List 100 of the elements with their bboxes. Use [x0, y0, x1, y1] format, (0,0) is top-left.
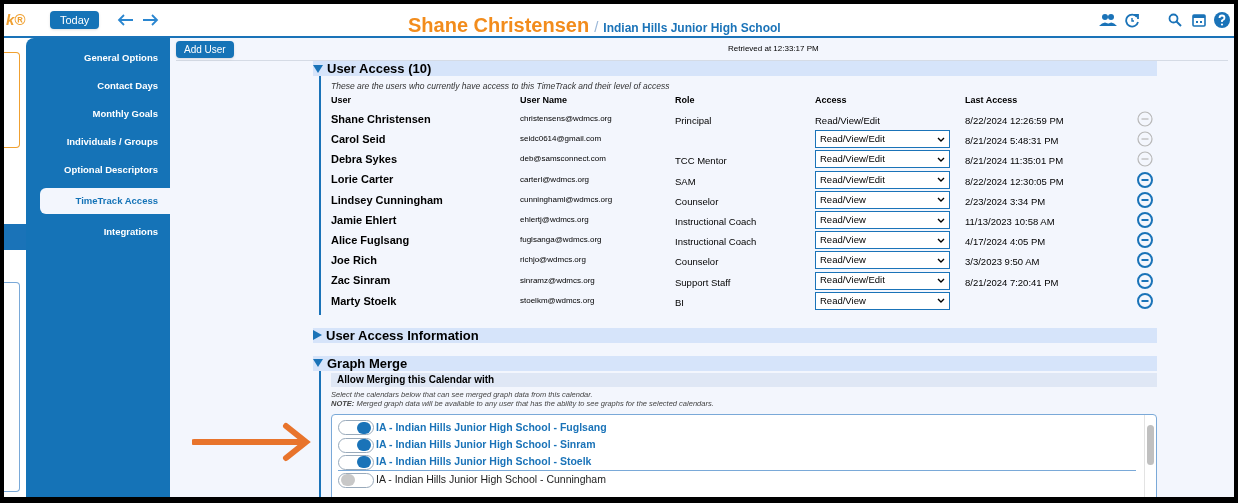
access-select[interactable]: Read/View: [815, 211, 950, 230]
column-header: Last Access: [965, 94, 1019, 108]
calendar-label: IA - Indian Hills Junior High School - Sinram: [376, 437, 596, 453]
chevron-down-icon[interactable]: [937, 136, 945, 142]
column-header: Access: [815, 94, 848, 108]
user-role: Principal: [675, 115, 712, 127]
user-name: Marty Stoelk: [331, 293, 398, 309]
user-email: christensens@wdmcs.org: [520, 113, 613, 126]
retrieved-time: Retrieved at 12:33:17 PM: [728, 43, 819, 55]
user-role: BI: [675, 296, 684, 308]
subsection-title: Allow Merging this Calendar with: [331, 372, 1157, 387]
user-email: sinramz@wdmcs.org: [520, 274, 596, 287]
user-name-title: Shane Christensen: [408, 13, 590, 38]
access-select[interactable]: Read/View: [815, 291, 950, 310]
toggle-switch[interactable]: [338, 472, 374, 488]
user-name: Jamie Ehlert: [331, 212, 398, 228]
section-title[interactable]: User Access (10): [327, 61, 432, 76]
remove-icon[interactable]: [1137, 252, 1153, 269]
chevron-down-icon[interactable]: [937, 298, 945, 304]
forward-arrow-icon[interactable]: [141, 13, 160, 27]
title-separator: /: [594, 17, 599, 37]
today-button[interactable]: Today: [50, 11, 100, 29]
add-user-button[interactable]: Add User: [176, 40, 234, 58]
toggle-switch[interactable]: [338, 454, 374, 470]
sidebar-item[interactable]: Contact Days: [26, 76, 170, 96]
user-email: cunninghaml@wdmcs.org: [520, 193, 614, 206]
back-arrow-icon[interactable]: [117, 13, 136, 27]
chevron-down-icon[interactable]: [937, 217, 945, 223]
sidebar-item[interactable]: General Options: [26, 48, 170, 68]
remove-icon[interactable]: [1137, 232, 1153, 249]
sidebar-item[interactable]: Optional Descriptors: [26, 160, 170, 180]
remove-icon[interactable]: [1137, 272, 1153, 289]
user-role: Counselor: [675, 195, 719, 207]
access-select[interactable]: Read/View/Edit: [815, 150, 950, 169]
user-role: SAM: [675, 175, 696, 187]
access-select[interactable]: Read/View/Edit: [815, 130, 950, 149]
scrollbar[interactable]: [1144, 414, 1156, 497]
calendar-label: IA - Indian Hills Junior High School - Fuglsang: [376, 419, 607, 435]
user-role: Counselor: [675, 256, 719, 268]
last-access-time: 8/22/2024 12:30:05 PM: [965, 175, 1064, 187]
toggle-switch[interactable]: [338, 420, 374, 436]
user-email: richjo@wdmcs.org: [520, 254, 587, 267]
last-access-time: 8/21/2024 5:48:31 PM: [965, 135, 1059, 147]
chevron-down-icon[interactable]: [937, 278, 945, 284]
section-title[interactable]: Graph Merge: [327, 353, 408, 374]
collapse-triangle-icon[interactable]: [313, 359, 323, 368]
user-role: Instructional Coach: [675, 236, 757, 248]
sidebar-item[interactable]: TimeTrack Access: [40, 188, 170, 214]
remove-icon[interactable]: [1137, 292, 1153, 309]
refresh-icon[interactable]: [1125, 12, 1140, 28]
last-access-time: 8/21/2024 7:20:41 PM: [965, 276, 1059, 288]
section-description: These are the users who currently have access to this TimeTrack and their level of access: [331, 79, 671, 93]
access-level: Read/View/Edit: [815, 115, 880, 127]
remove-icon[interactable]: [1137, 191, 1153, 208]
access-select[interactable]: Read/View: [815, 251, 950, 270]
user-name: Debra Sykes: [331, 152, 399, 168]
user-email: deb@samsconnect.com: [520, 153, 607, 166]
user-role: TCC Mentor: [675, 155, 727, 167]
last-access-time: 11/13/2023 10:58 AM: [965, 216, 1055, 228]
user-name: Lorie Carter: [331, 172, 395, 188]
chevron-down-icon[interactable]: [937, 156, 945, 162]
last-access-time: 3/3/2023 9:50 AM: [965, 256, 1040, 268]
access-select[interactable]: Read/View/Edit: [815, 271, 950, 290]
chevron-down-icon[interactable]: [937, 257, 945, 263]
user-role: Instructional Coach: [675, 216, 757, 228]
chevron-down-icon[interactable]: [937, 197, 945, 203]
collapse-triangle-icon[interactable]: [313, 64, 323, 73]
calendar-icon[interactable]: [1192, 13, 1206, 27]
remove-icon[interactable]: [1137, 212, 1153, 229]
expand-triangle-icon[interactable]: [313, 330, 322, 341]
access-select[interactable]: Read/View: [815, 231, 950, 250]
calendar-label: IA - Indian Hills Junior High School - Cunningham: [376, 472, 606, 488]
remove-icon[interactable]: [1137, 171, 1153, 188]
sidebar-item[interactable]: Monthly Goals: [26, 104, 170, 124]
sidebar-item[interactable]: Integrations: [26, 222, 170, 242]
section-title[interactable]: User Access Information: [326, 325, 479, 346]
column-header: User: [331, 94, 352, 108]
people-icon[interactable]: [1099, 14, 1117, 26]
chevron-down-icon[interactable]: [937, 177, 945, 183]
calendar-label: IA - Indian Hills Junior High School - Stoelk: [376, 454, 592, 470]
user-name: Carol Seid: [331, 132, 387, 148]
toggle-switch[interactable]: [338, 437, 374, 453]
user-name: Joe Rich: [331, 253, 378, 269]
chevron-down-icon[interactable]: [937, 237, 945, 243]
column-header: Role: [675, 94, 696, 108]
user-email: fuglsanga@wdmcs.org: [520, 234, 603, 247]
search-icon[interactable]: [1168, 13, 1182, 27]
help-icon[interactable]: [1214, 12, 1230, 28]
user-name: Lindsey Cunningham: [331, 192, 444, 208]
user-role: Support Staff: [675, 276, 731, 288]
access-select[interactable]: Read/View/Edit: [815, 170, 950, 189]
logo: k®: [6, 9, 27, 30]
user-email: carterl@wdmcs.org: [520, 173, 591, 186]
user-email: seidc0614@gmail.com: [520, 133, 603, 146]
last-access-time: 8/21/2024 11:35:01 PM: [965, 155, 1064, 167]
last-access-time: 8/22/2024 12:26:59 PM: [965, 115, 1064, 127]
access-select[interactable]: Read/View: [815, 190, 950, 209]
user-email: stoelkm@wdmcs.org: [520, 294, 596, 307]
user-name: Zac Sinram: [331, 273, 392, 289]
sidebar-item[interactable]: Individuals / Groups: [26, 132, 170, 152]
